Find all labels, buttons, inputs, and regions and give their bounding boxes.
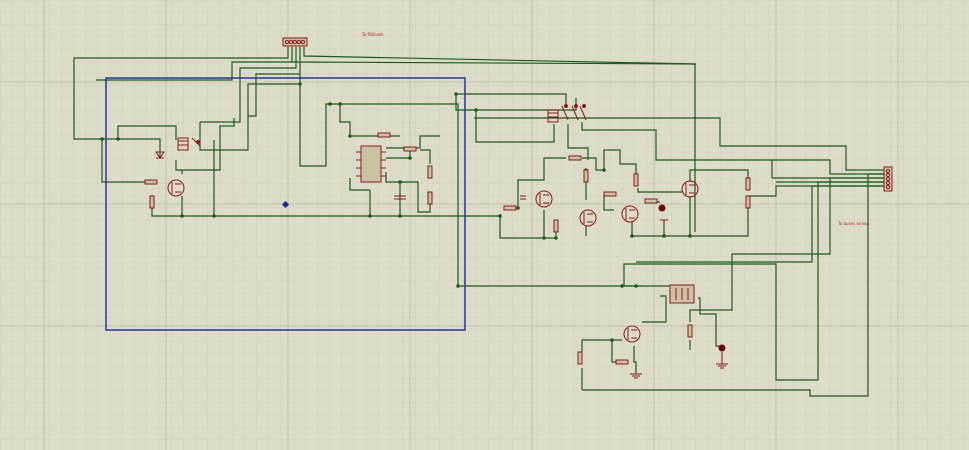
relay-bottom [669,284,695,304]
resistor [745,177,751,191]
resistor [503,205,517,211]
connector-right[interactable] [883,166,893,192]
resistor [745,195,751,209]
probe-dot [718,344,726,352]
ic-chip[interactable] [360,145,382,183]
resistor [644,198,658,204]
resistor [427,165,433,179]
resistor [633,173,639,187]
connector-top-label: To RB/Leds [361,32,384,37]
resistor [603,191,617,197]
grid-minor [0,0,969,450]
schematic-drawing[interactable]: To RB/Leds To buses on/out [0,0,969,450]
connector-top[interactable] [282,37,308,47]
resistor [577,351,583,365]
resistor [144,179,158,185]
resistor [149,195,155,209]
resistor [583,169,589,183]
resistor [403,146,417,152]
resistor [553,219,559,233]
probe-dot [658,204,666,212]
resistor [568,155,582,161]
resistor [427,191,433,205]
resistor [377,132,391,138]
resistor [615,359,629,365]
schematic-canvas[interactable]: To RB/Leds To buses on/out [0,0,969,450]
resistor [687,324,693,338]
connector-right-label: To buses on/out [837,221,870,226]
